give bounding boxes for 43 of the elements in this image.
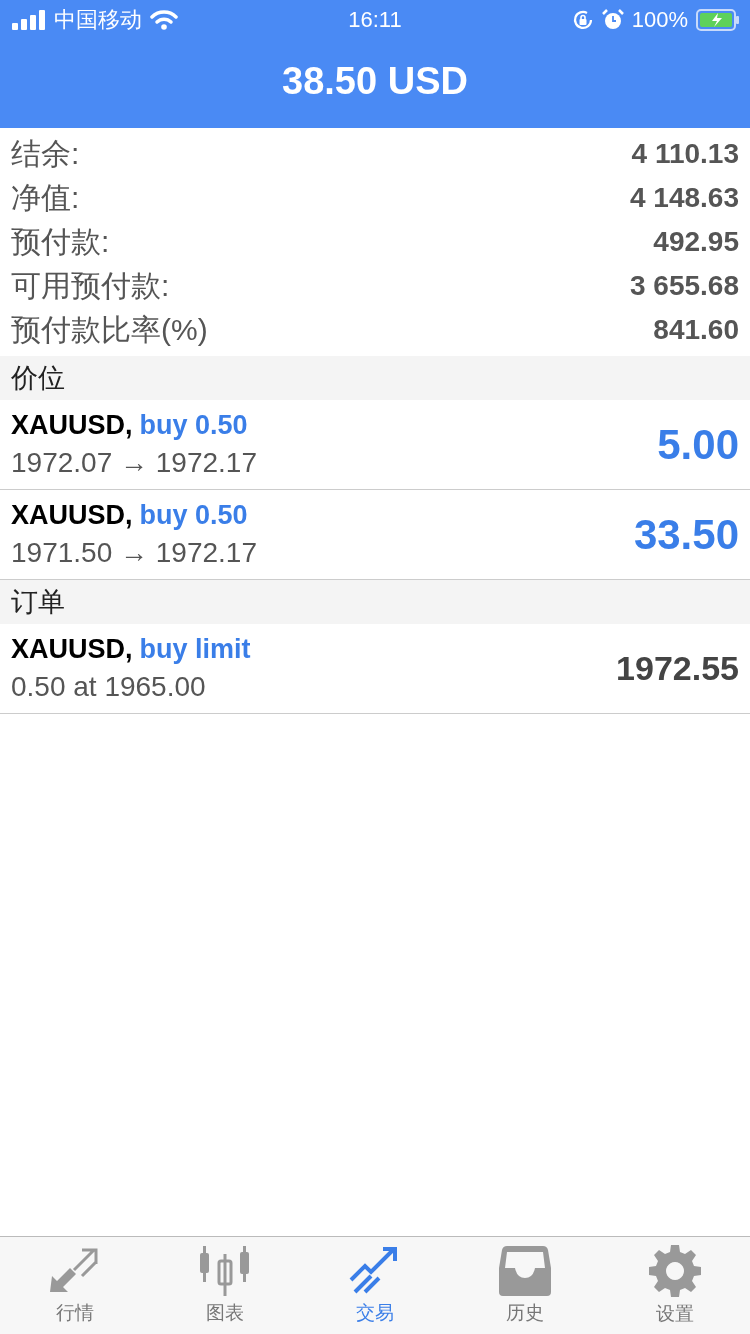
symbol-label: XAUUSD,	[11, 634, 133, 665]
rotation-lock-icon	[571, 9, 594, 31]
trade-side: buy 0.50	[139, 500, 248, 531]
summary-value: 492.95	[653, 226, 739, 258]
wifi-icon	[150, 10, 178, 30]
trade-side: buy 0.50	[139, 410, 248, 441]
settings-icon	[649, 1244, 701, 1297]
summary-label: 可用预付款:	[11, 267, 170, 304]
trade-detail: 0.50 at 1965.00	[11, 671, 207, 703]
section-header: 订单	[0, 580, 750, 624]
tab-item[interactable]: 行情	[15, 1245, 135, 1326]
summary-label: 预付款:	[11, 223, 110, 260]
alarm-icon	[601, 9, 624, 31]
trade-amount: 1972.55	[616, 649, 739, 688]
balance-title: 38.50 USD	[282, 58, 468, 104]
tab-item[interactable]: 历史	[465, 1245, 585, 1326]
summary-value: 841.60	[653, 314, 739, 346]
symbol-label: XAUUSD,	[11, 410, 133, 441]
trade-amount: 33.50	[633, 510, 739, 559]
trade-row[interactable]: XAUUSD, buy limit 0.50 at 1965.00 1972.55	[0, 624, 750, 714]
battery-icon	[696, 9, 740, 31]
tab-item[interactable]: 交易	[315, 1245, 435, 1326]
tab-item[interactable]: 图表	[165, 1245, 285, 1326]
trade-side: buy limit	[139, 634, 251, 665]
summary-label: 净值:	[11, 179, 80, 216]
summary-value: 4 110.13	[631, 138, 739, 170]
symbol-label: XAUUSD,	[11, 500, 133, 531]
trade-amount: 5.00	[657, 420, 739, 469]
inbox-tray-icon	[499, 1245, 551, 1296]
summary-label: 预付款比率(%)	[11, 311, 208, 348]
candlestick-icon	[199, 1245, 251, 1296]
summary-value: 4 148.63	[630, 182, 739, 214]
signal-icon	[12, 10, 46, 30]
status-time: 16:11	[347, 7, 403, 33]
summary-label: 结余:	[11, 135, 80, 172]
carrier-name: 中国移动	[54, 6, 142, 34]
battery-percent: 100%	[631, 7, 688, 33]
tab-item[interactable]: 设置	[615, 1244, 735, 1327]
trade-detail: 1972.07 → 1972.17	[11, 447, 257, 479]
summary-value: 3 655.68	[630, 270, 739, 302]
section-header: 价位	[0, 356, 750, 400]
trade-row[interactable]: XAUUSD, buy 0.50 1972.07 → 1972.17 5.00	[0, 400, 750, 490]
trade-detail: 1971.50 → 1972.17	[11, 537, 257, 569]
